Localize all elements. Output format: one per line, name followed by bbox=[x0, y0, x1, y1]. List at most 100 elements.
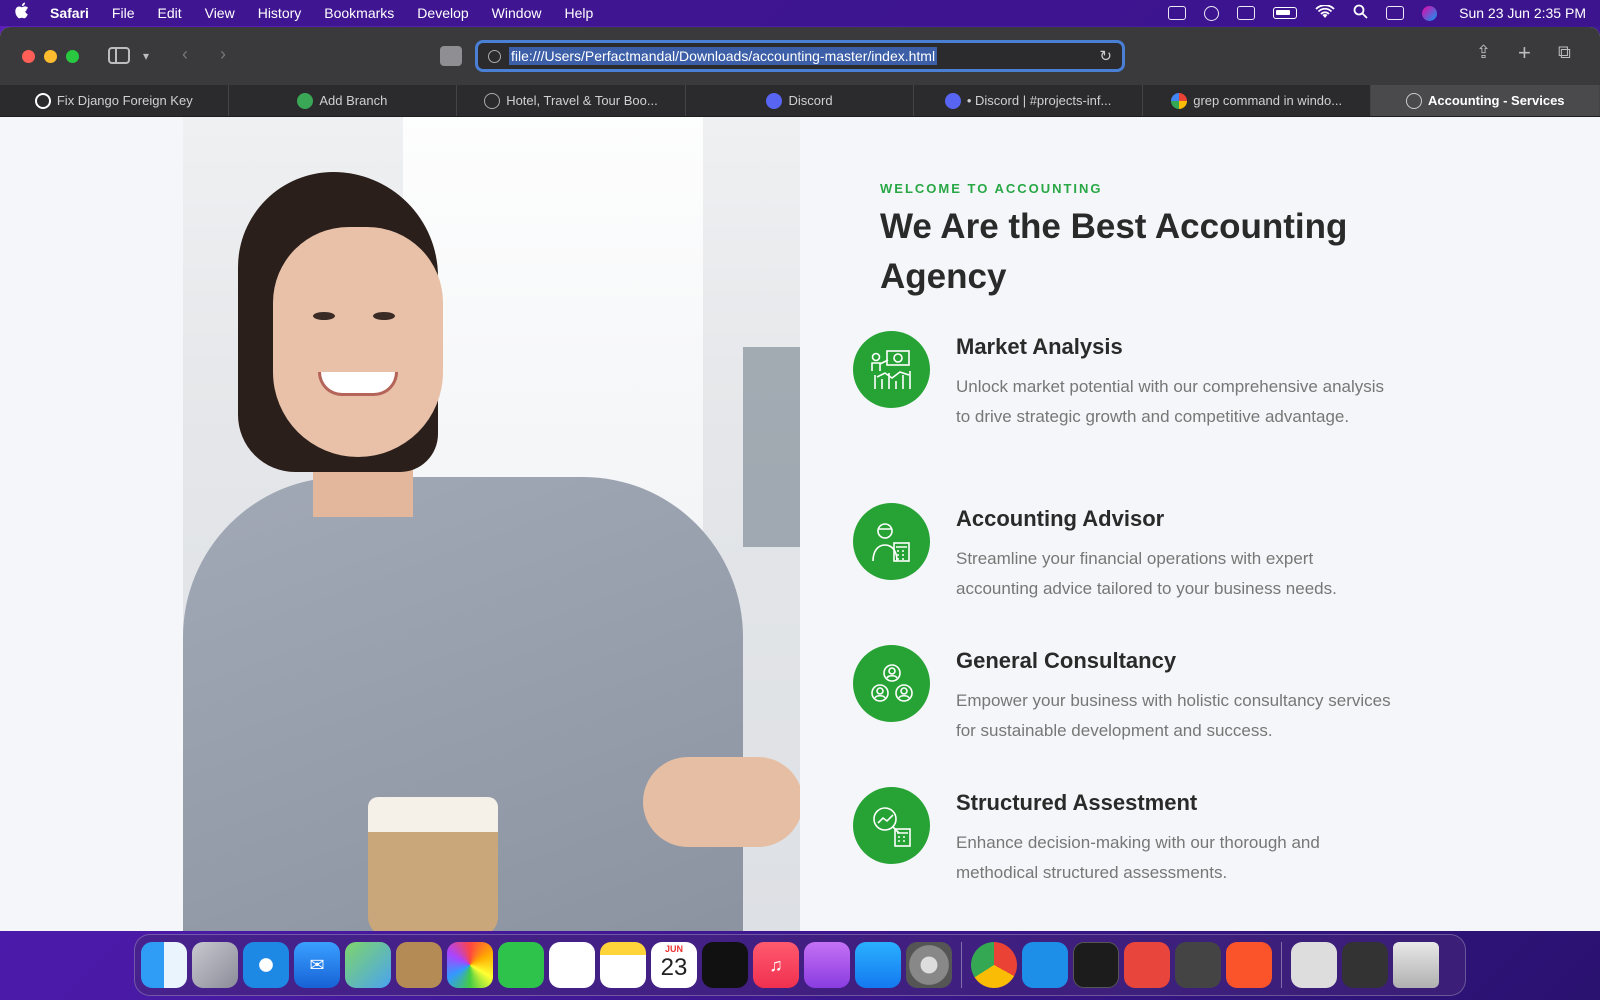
notes-icon[interactable] bbox=[600, 942, 646, 988]
tab-label: • Discord | #projects-inf... bbox=[966, 93, 1112, 108]
reminders-icon[interactable] bbox=[549, 942, 595, 988]
url-text[interactable]: file:///Users/Perfactmandal/Downloads/ac… bbox=[509, 47, 938, 65]
apple-tv-icon[interactable] bbox=[702, 942, 748, 988]
calendar-icon[interactable]: JUN 23 bbox=[651, 942, 697, 988]
coffee-cup bbox=[368, 797, 498, 931]
tab-fix-django[interactable]: Fix Django Foreign Key bbox=[0, 85, 229, 116]
menu-view[interactable]: View bbox=[205, 5, 235, 21]
zoom-window-button[interactable] bbox=[66, 49, 79, 63]
minimize-window-button[interactable] bbox=[44, 49, 57, 63]
address-bar[interactable]: file:///Users/Perfactmandal/Downloads/ac… bbox=[475, 40, 1125, 72]
safari-window: ▾ ‹ › file:///Users/Perfactmandal/Downlo… bbox=[0, 27, 1600, 931]
forward-arrow-icon[interactable]: › bbox=[220, 44, 226, 65]
section-eyebrow: WELCOME TO ACCOUNTING bbox=[880, 181, 1103, 196]
compass-favicon-icon bbox=[484, 92, 501, 109]
tab-label: Fix Django Foreign Key bbox=[56, 93, 193, 108]
menu-file[interactable]: File bbox=[112, 5, 135, 21]
photos-icon[interactable] bbox=[447, 942, 493, 988]
maps-icon[interactable] bbox=[345, 942, 391, 988]
tab-label: Add Branch bbox=[319, 93, 388, 108]
tab-label: Discord bbox=[788, 93, 833, 108]
chevron-down-icon[interactable]: ▾ bbox=[143, 49, 149, 63]
battery-icon[interactable] bbox=[1273, 7, 1298, 19]
brave-browser-icon[interactable] bbox=[1226, 942, 1272, 988]
menu-edit[interactable]: Edit bbox=[157, 5, 181, 21]
spotlight-search-icon[interactable] bbox=[1353, 4, 1368, 22]
menu-window[interactable]: Window bbox=[492, 5, 542, 21]
dock-separator bbox=[1281, 942, 1282, 988]
keyboard-input-icon[interactable] bbox=[1237, 6, 1256, 20]
chatgpt-favicon-icon bbox=[34, 92, 51, 109]
advisor-calculator-icon bbox=[853, 503, 930, 580]
keychain-access-icon[interactable] bbox=[1175, 942, 1221, 988]
calendar-month: JUN bbox=[664, 944, 683, 954]
menu-develop[interactable]: Develop bbox=[417, 5, 468, 21]
safari-icon[interactable] bbox=[243, 942, 289, 988]
menu-app-name[interactable]: Safari bbox=[50, 5, 89, 21]
web-page: WELCOME TO ACCOUNTING We Are the Best Ac… bbox=[0, 117, 1600, 931]
menu-bar: Safari File Edit View History Bookmarks … bbox=[0, 0, 1600, 26]
google-favicon-icon bbox=[1171, 92, 1188, 109]
reload-icon[interactable]: ↻ bbox=[1099, 47, 1112, 65]
tab-bar: Fix Django Foreign Key Add Branch Hotel,… bbox=[0, 85, 1600, 117]
podcasts-icon[interactable] bbox=[804, 942, 850, 988]
trash-icon[interactable] bbox=[1393, 942, 1439, 988]
menu-history[interactable]: History bbox=[258, 5, 302, 21]
window-controls bbox=[22, 49, 79, 63]
mail-icon[interactable]: ✉ bbox=[294, 942, 340, 988]
about-section-header: WELCOME TO ACCOUNTING We Are the Best Ac… bbox=[880, 181, 1440, 302]
control-center-icon[interactable] bbox=[1386, 6, 1405, 20]
recent-window-thumbnail-icon[interactable] bbox=[1342, 942, 1388, 988]
vscode-icon[interactable] bbox=[1022, 942, 1068, 988]
finder-icon[interactable] bbox=[141, 942, 187, 988]
siri-icon[interactable] bbox=[1422, 5, 1438, 21]
tab-grep-command[interactable]: grep command in windo... bbox=[1143, 85, 1372, 116]
tab-discord[interactable]: Discord bbox=[686, 85, 915, 116]
tab-label: Hotel, Travel & Tour Boo... bbox=[506, 93, 658, 108]
play-icon[interactable] bbox=[1204, 5, 1220, 21]
screen-mirroring-icon[interactable] bbox=[1168, 6, 1187, 20]
launchpad-icon[interactable] bbox=[192, 942, 238, 988]
app-store-icon[interactable] bbox=[855, 942, 901, 988]
system-settings-icon[interactable] bbox=[906, 942, 952, 988]
menu-bookmarks[interactable]: Bookmarks bbox=[324, 5, 394, 21]
dock-separator bbox=[961, 942, 962, 988]
terminal-icon[interactable] bbox=[1073, 942, 1119, 988]
music-icon[interactable]: ♫ bbox=[753, 942, 799, 988]
sidebar-toggle-icon[interactable] bbox=[108, 47, 130, 64]
discord-favicon-icon bbox=[766, 92, 783, 109]
tab-label: grep command in windo... bbox=[1193, 93, 1343, 108]
tab-add-branch[interactable]: Add Branch bbox=[229, 85, 458, 116]
chrome-icon[interactable] bbox=[971, 942, 1017, 988]
privacy-report-icon[interactable] bbox=[440, 46, 462, 66]
new-tab-plus-icon[interactable]: + bbox=[1518, 40, 1531, 66]
branch-favicon-icon bbox=[297, 92, 314, 109]
compass-favicon-icon bbox=[1405, 92, 1422, 109]
service-description: Unlock market potential with our compreh… bbox=[956, 377, 1385, 426]
tab-label: Accounting - Services bbox=[1427, 93, 1565, 108]
hero-photo-smiling-woman bbox=[183, 117, 800, 931]
share-icon[interactable]: ⇪ bbox=[1476, 42, 1491, 63]
menu-help[interactable]: Help bbox=[564, 5, 593, 21]
discord-favicon-icon bbox=[944, 92, 961, 109]
git-client-icon[interactable] bbox=[1124, 942, 1170, 988]
contacts-icon[interactable] bbox=[396, 942, 442, 988]
facetime-icon[interactable] bbox=[498, 942, 544, 988]
service-description: Enhance decision-making with our thoroug… bbox=[956, 833, 1320, 882]
team-network-icon bbox=[853, 645, 930, 722]
section-headline: We Are the Best Accounting Agency bbox=[880, 207, 1348, 296]
tab-discord-projects[interactable]: • Discord | #projects-inf... bbox=[914, 85, 1143, 116]
close-window-button[interactable] bbox=[22, 49, 35, 63]
market-chart-icon bbox=[853, 331, 930, 408]
back-arrow-icon[interactable]: ‹ bbox=[182, 44, 188, 65]
tab-overview-icon[interactable]: ⧉ bbox=[1558, 42, 1571, 63]
tab-hotel-travel[interactable]: Hotel, Travel & Tour Boo... bbox=[457, 85, 686, 116]
wifi-icon[interactable] bbox=[1315, 3, 1335, 22]
tab-accounting-services[interactable]: Accounting - Services bbox=[1371, 85, 1600, 116]
magnifier-calculator-icon bbox=[853, 787, 930, 864]
calendar-day: 23 bbox=[660, 954, 688, 981]
service-title: General Consultancy bbox=[956, 648, 1177, 673]
printer-icon[interactable] bbox=[1291, 942, 1337, 988]
apple-menu-icon[interactable] bbox=[14, 2, 30, 24]
menubar-clock[interactable]: Sun 23 Jun 2:35 PM bbox=[1459, 5, 1586, 21]
